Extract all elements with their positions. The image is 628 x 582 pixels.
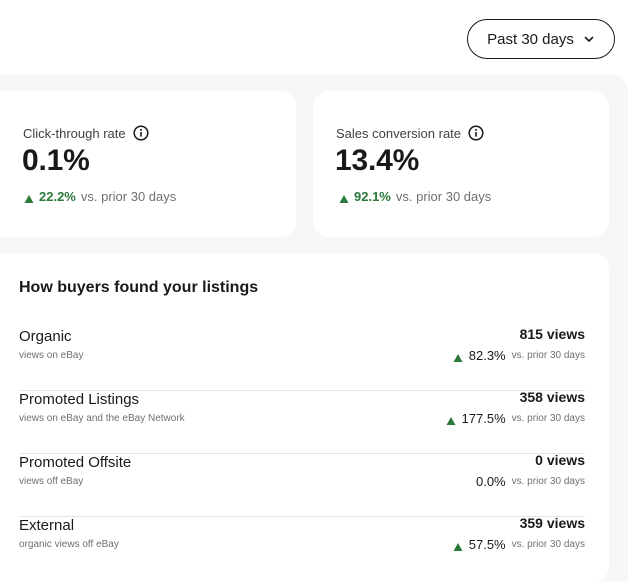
traffic-source-row-organic: Organic views on eBay 815 views 82.3% vs… (19, 326, 585, 391)
source-description: organic views off eBay (19, 539, 119, 550)
source-views: 0 views (535, 452, 585, 468)
source-change-value: 82.3% (468, 348, 506, 363)
source-comparison: vs. prior 30 days (511, 350, 585, 361)
source-change-value: 177.5% (461, 411, 506, 426)
source-views: 815 views (519, 326, 585, 342)
trend-up-icon (339, 192, 349, 203)
source-change: 82.3% vs. prior 30 days (453, 348, 585, 363)
sales-conversion-rate-label: Sales conversion rate (336, 125, 462, 141)
info-icon[interactable] (133, 125, 149, 141)
source-change-value: 0.0% (475, 474, 506, 489)
source-name: External (19, 517, 75, 534)
trend-up-icon (446, 414, 456, 425)
sales-conversion-rate-change-value: 92.1% (354, 189, 391, 204)
source-name: Promoted Listings (19, 391, 140, 408)
trend-up-icon (453, 540, 463, 551)
sales-conversion-rate-label-row: Sales conversion rate (336, 125, 484, 141)
date-range-dropdown[interactable]: Past 30 days (467, 19, 615, 59)
source-description: views off eBay (19, 476, 84, 487)
source-change: 0.0% vs. prior 30 days (476, 474, 585, 489)
source-views: 358 views (519, 389, 585, 405)
source-change: 57.5% vs. prior 30 days (453, 537, 585, 552)
click-through-rate-label: Click-through rate (23, 125, 126, 141)
trend-up-icon (453, 351, 463, 362)
click-through-rate-label-row: Click-through rate (23, 125, 149, 141)
traffic-source-row-promoted-listings: Promoted Listings views on eBay and the … (19, 389, 585, 454)
source-description: views on eBay (19, 350, 84, 361)
source-comparison: vs. prior 30 days (511, 539, 585, 550)
source-name: Promoted Offsite (19, 454, 132, 471)
source-views: 359 views (519, 515, 585, 531)
trend-up-icon (24, 192, 34, 203)
info-icon[interactable] (468, 125, 484, 141)
source-name: Organic (19, 328, 72, 345)
performance-page: Past 30 days Click-through rate 0.1% 22.… (0, 0, 628, 582)
sales-conversion-rate-value: 13.4% (335, 144, 420, 177)
click-through-rate-value: 0.1% (22, 144, 90, 177)
traffic-source-row-promoted-offsite: Promoted Offsite views off eBay 0 views … (19, 452, 585, 517)
source-comparison: vs. prior 30 days (511, 476, 585, 487)
source-description: views on eBay and the eBay Network (19, 413, 185, 424)
click-through-rate-comparison: vs. prior 30 days (80, 189, 177, 204)
source-change: 177.5% vs. prior 30 days (446, 411, 585, 426)
click-through-rate-change: 22.2% vs. prior 30 days (24, 189, 176, 204)
click-through-rate-change-value: 22.2% (39, 189, 76, 204)
date-range-label: Past 30 days (487, 30, 574, 48)
chevron-down-icon (583, 33, 595, 45)
sales-conversion-rate-change: 92.1% vs. prior 30 days (339, 189, 491, 204)
source-comparison: vs. prior 30 days (511, 413, 585, 424)
source-change-value: 57.5% (468, 537, 506, 552)
traffic-source-row-external: External organic views off eBay 359 view… (19, 515, 585, 580)
sales-conversion-rate-comparison: vs. prior 30 days (395, 189, 492, 204)
traffic-sources-title: How buyers found your listings (19, 279, 259, 296)
